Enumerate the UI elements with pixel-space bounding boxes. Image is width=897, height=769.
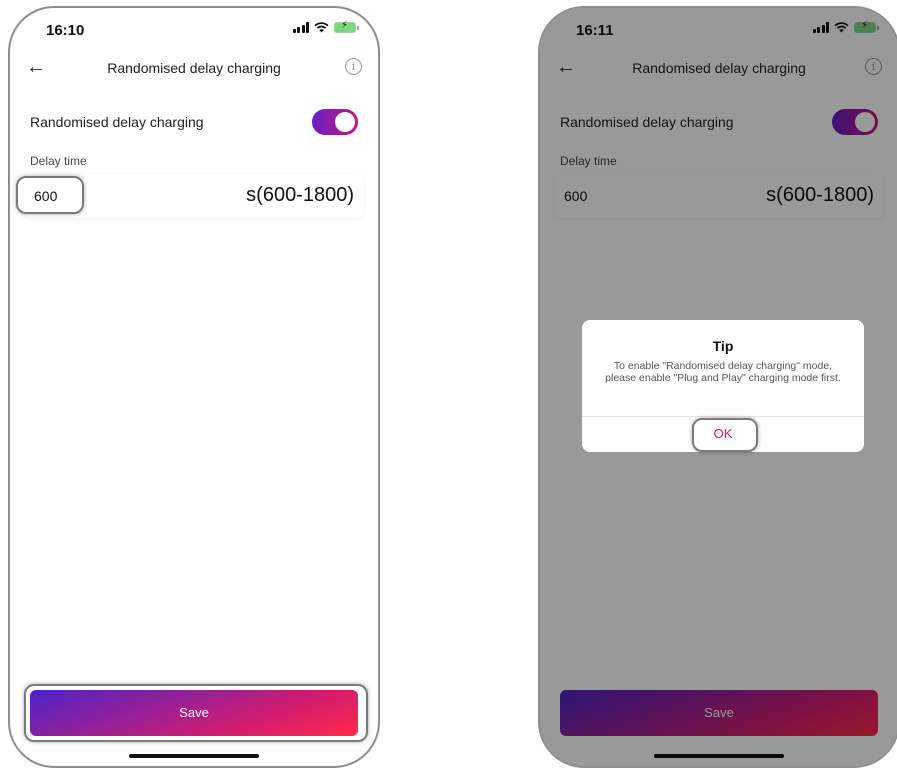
home-indicator xyxy=(129,754,259,758)
delay-range-suffix: s(600-1800) xyxy=(246,184,354,206)
status-icons: ⚡ xyxy=(292,20,359,33)
dialog-message: To enable "Randomised delay charging" mo… xyxy=(605,360,841,384)
delay-time-label: Delay time xyxy=(30,154,87,168)
dialog-title: Tip xyxy=(712,338,734,354)
battery-charging-icon: ⚡ xyxy=(334,20,359,33)
randomised-delay-toggle[interactable] xyxy=(312,109,358,135)
save-button-highlight xyxy=(24,684,368,742)
ok-button-highlight xyxy=(692,418,758,452)
status-time: 16:10 xyxy=(46,22,85,39)
phone-screen-right: 16:11 ⚡ ← Randomised delay charging i Ra… xyxy=(538,6,897,768)
signal-icon xyxy=(292,22,309,33)
info-icon[interactable]: i xyxy=(345,58,362,75)
dialog-divider xyxy=(582,416,864,417)
wifi-icon xyxy=(314,22,329,33)
phone-screen-left: 16:10 ⚡ ← Randomised delay charging i Ra… xyxy=(8,6,380,768)
page-title: Randomised delay charging xyxy=(107,60,281,76)
delay-input-highlight xyxy=(16,176,84,214)
setting-label: Randomised delay charging xyxy=(30,114,204,130)
nav-bar: ← Randomised delay charging i xyxy=(10,54,378,84)
tip-dialog: Tip To enable "Randomised delay charging… xyxy=(582,320,864,452)
